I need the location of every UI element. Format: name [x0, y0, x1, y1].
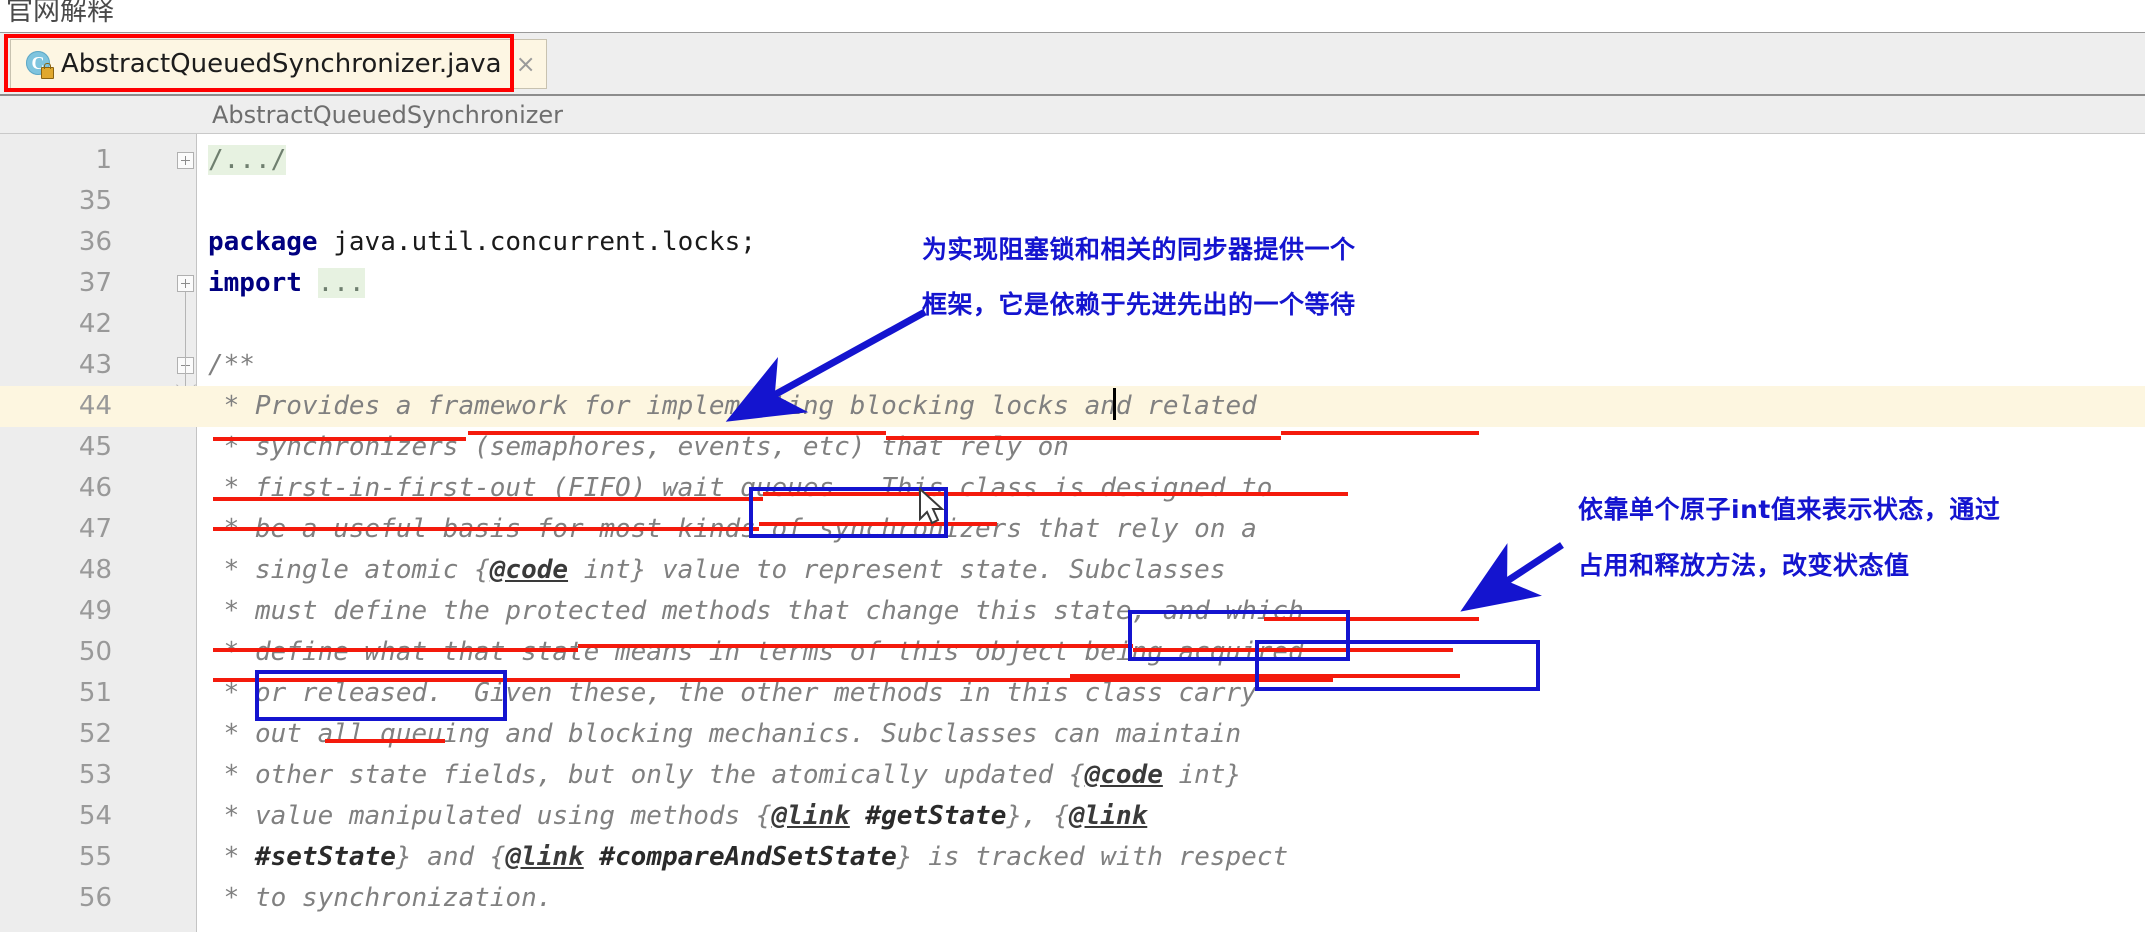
line-content: * other state fields, but only the atomi… — [208, 760, 1242, 790]
line-content: * or released. Given these, the other me… — [208, 678, 1257, 708]
code-line[interactable]: 53 * other state fields, but only the at… — [0, 755, 2145, 796]
code-line[interactable]: 51 * or released. Given these, the other… — [0, 673, 2145, 714]
code-line[interactable]: 47 * be a useful basis for most kinds of… — [0, 509, 2145, 550]
line-content: * out all queuing and blocking mechanics… — [208, 719, 1242, 749]
code-editor[interactable]: 1 /.../ 35 36 package java.util.concurrent.l… — [0, 134, 2145, 932]
code-line[interactable]: 1 /.../ — [0, 140, 2145, 181]
line-content: /** — [208, 350, 255, 380]
line-number: 36 — [78, 227, 112, 257]
line-content: * Provides a framework for implementing … — [208, 391, 1257, 421]
code-line[interactable]: 44 * Provides a framework for implementi… — [0, 386, 2145, 427]
line-number: 43 — [78, 350, 112, 380]
code-line[interactable]: 56 * to synchronization. — [0, 878, 2145, 919]
java-class-locked-icon: C — [25, 49, 55, 79]
line-content: * define what that state means in terms … — [208, 637, 1304, 667]
breadcrumb-class-name[interactable]: AbstractQueuedSynchronizer — [212, 101, 563, 129]
line-number: 53 — [78, 760, 112, 790]
editor-tab-strip: C AbstractQueuedSynchronizer.java × — [0, 33, 2145, 96]
line-number: 52 — [78, 719, 112, 749]
code-line[interactable]: 46 * first-in-first-out (FIFO) wait queu… — [0, 468, 2145, 509]
line-content: * first-in-first-out (FIFO) wait queues.… — [208, 473, 1273, 503]
code-line[interactable]: 45 * synchronizers (semaphores, events, … — [0, 427, 2145, 468]
ide-window: C AbstractQueuedSynchronizer.java × Abst… — [0, 33, 2145, 932]
line-content: * synchronizers (semaphores, events, etc… — [208, 432, 1069, 462]
line-number: 44 — [78, 391, 112, 421]
line-number: 56 — [78, 883, 112, 913]
code-line[interactable]: 43 /** — [0, 345, 2145, 386]
line-number: 49 — [78, 596, 112, 626]
code-line[interactable]: 42 — [0, 304, 2145, 345]
line-number: 48 — [78, 555, 112, 585]
line-number: 37 — [78, 268, 112, 298]
code-line[interactable]: 37 import ... — [0, 263, 2145, 304]
line-content: * to synchronization. — [208, 883, 553, 913]
code-line[interactable]: 55 * #setState} and {@link #compareAndSe… — [0, 837, 2145, 878]
code-line[interactable]: 35 — [0, 181, 2145, 222]
line-number: 42 — [78, 309, 112, 339]
code-line[interactable]: 49 * must define the protected methods t… — [0, 591, 2145, 632]
line-content: import ... — [208, 268, 365, 298]
breadcrumb-bar: AbstractQueuedSynchronizer — [0, 96, 2145, 134]
lock-icon — [41, 63, 54, 79]
line-number: 35 — [78, 186, 112, 216]
line-content: package java.util.concurrent.locks; — [208, 227, 756, 257]
line-content: * must define the protected methods that… — [208, 596, 1304, 626]
line-number: 54 — [78, 801, 112, 831]
code-line[interactable]: 48 * single atomic {@code int} value to … — [0, 550, 2145, 591]
line-number: 51 — [78, 678, 112, 708]
line-number: 46 — [78, 473, 112, 503]
code-line[interactable]: 52 * out all queuing and blocking mechan… — [0, 714, 2145, 755]
line-content: * be a useful basis for most kinds of sy… — [208, 514, 1257, 544]
line-content: * value manipulated using methods {@link… — [208, 801, 1148, 831]
code-line[interactable]: 50 * define what that state means in ter… — [0, 632, 2145, 673]
line-number: 55 — [78, 842, 112, 872]
line-content: * #setState} and {@link #compareAndSetSt… — [208, 842, 1289, 872]
close-icon[interactable]: × — [516, 50, 536, 78]
code-line[interactable]: 54 * value manipulated using methods {@l… — [0, 796, 2145, 837]
line-number: 45 — [78, 432, 112, 462]
editor-tab-abstractqueuedsynchronizer[interactable]: C AbstractQueuedSynchronizer.java × — [10, 39, 547, 89]
code-line[interactable]: 36 package java.util.concurrent.locks; — [0, 222, 2145, 263]
line-number: 47 — [78, 514, 112, 544]
line-number: 50 — [78, 637, 112, 667]
line-content: * single atomic {@code int} value to rep… — [208, 555, 1226, 585]
line-content: /.../ — [208, 145, 287, 175]
editor-tab-label: AbstractQueuedSynchronizer.java — [61, 49, 502, 79]
line-number: 1 — [95, 145, 112, 175]
page-heading: 官网解释 — [6, 0, 114, 27]
